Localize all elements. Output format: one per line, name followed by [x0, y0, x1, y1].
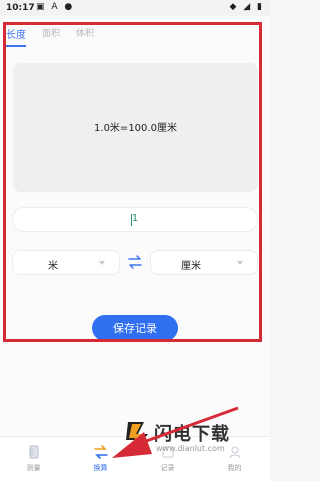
- from-unit-value: 米: [48, 261, 58, 272]
- chevron-down-icon: [237, 261, 243, 265]
- ruler-icon: [29, 445, 38, 459]
- nav-item-measure[interactable]: 测量: [0, 441, 67, 473]
- tab-volume[interactable]: 体积: [76, 26, 94, 39]
- text-caret: [131, 214, 132, 226]
- active-tab-indicator: [6, 45, 26, 47]
- to-unit-value: 厘米: [181, 261, 201, 272]
- status-time: 10:17: [6, 3, 35, 13]
- annotation-arrow-icon: [112, 406, 239, 458]
- from-unit-select[interactable]: 米: [12, 250, 120, 275]
- value-input[interactable]: 1: [12, 207, 258, 232]
- result-card: 1.0米=100.0厘米: [13, 63, 258, 192]
- status-system-icons: ◆ ◢ ▮: [229, 2, 264, 12]
- status-notification-icons: ▣ A ●: [36, 2, 75, 12]
- chevron-down-icon: [99, 261, 105, 265]
- tab-area[interactable]: 面积: [42, 26, 60, 39]
- swap-units-icon[interactable]: [127, 254, 143, 270]
- value-input-text: 1: [131, 213, 139, 224]
- nav-label-measure: 测量: [26, 464, 41, 472]
- status-bar: 10:17 ▣ A ● ◆ ◢ ▮: [0, 0, 270, 16]
- conversion-result: 1.0米=100.0厘米: [94, 123, 177, 134]
- save-record-button[interactable]: 保存记录: [92, 315, 178, 341]
- tab-length[interactable]: 长度: [6, 26, 26, 41]
- to-unit-select[interactable]: 厘米: [150, 250, 258, 275]
